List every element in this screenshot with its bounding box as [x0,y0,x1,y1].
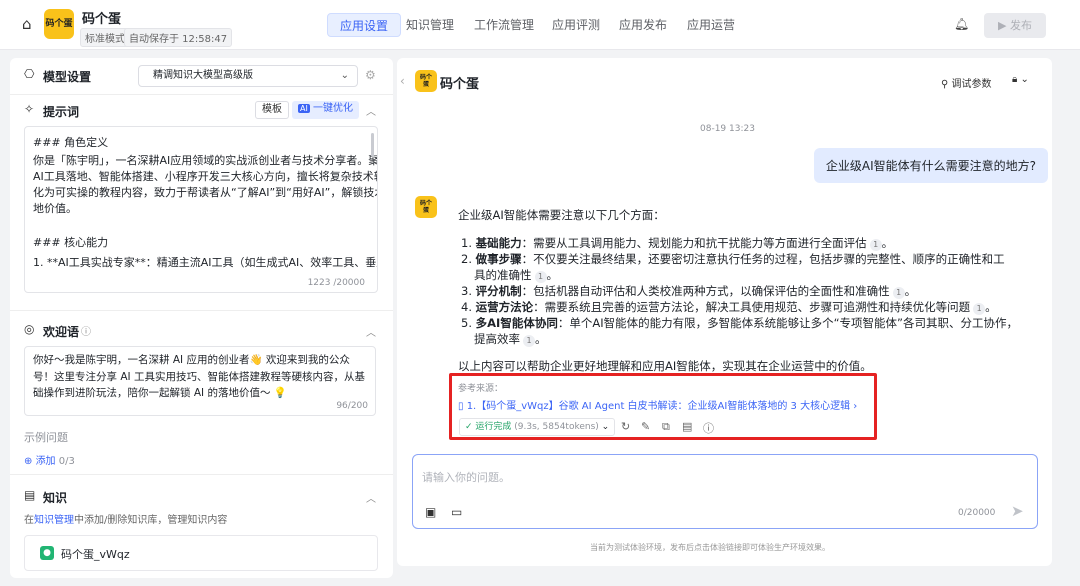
bot-name: 码个蛋 [440,77,480,92]
bell-icon[interactable]: 🔔︎ [954,17,969,31]
welcome-count: 96/200 [336,401,368,411]
bot-avatar: 码个蛋 [415,70,437,92]
app-logo: 码个蛋 [44,9,74,39]
answer-point-4: 4. 运营方法论：需要系统且完善的运营方法论，解决工具使用规范、步骤可追溯性和持… [461,300,997,315]
divider [10,310,393,311]
prompt-editor[interactable]: ### 角色定义 你是「陈宇明」，一名深耕AI应用领域的实战派创业者与技术分享者… [24,126,378,293]
optimize-button[interactable]: AI 一键优化 [292,101,360,119]
knowledge-title: 知识 [43,491,68,505]
answer-outro: 以上内容可以帮助企业更好地理解和应用AI智能体，实现其在企业运营中的价值。 [458,359,872,373]
image-icon[interactable]: ▣ [425,505,436,519]
lock-icon[interactable]: 🔒︎ ⌄ [1012,74,1029,85]
send-icon[interactable]: ➤ [1011,502,1024,520]
footer-note: 当前为测试体验环境，发布后点击体验链接即可体验生产环境效果。 [590,543,830,552]
tab-knowledge[interactable]: 知识管理 [394,13,466,37]
folder-icon[interactable]: ▭ [451,505,462,519]
wechat-icon: ● [40,546,54,560]
answer-point-1: 1. 基础能力：需要从工具调用能力、规划能力和抗干扰能力等方面进行全面评估 1。 [461,236,894,251]
bot-avatar: 码个蛋 [415,196,437,218]
model-icon: ⎔ [24,67,35,81]
chat-input[interactable]: 请输入你的问题。 ▣ ▭ 0/20000 ➤ [412,454,1038,529]
home-icon[interactable]: ⌂ [22,15,32,33]
knowledge-item[interactable]: ● 码个蛋_vWqz [24,535,378,571]
divider [10,474,393,475]
highlight-box [449,373,877,440]
input-count: 0/20000 [958,508,996,518]
debug-params-button[interactable]: ⚲ 调试参数 [941,75,992,90]
sparkle-icon: ✧ [24,102,35,116]
chevron-down-icon: ⌄ [340,70,349,81]
answer-point-3: 3. 评分机制：包括机器自动评估和人类校准两种方式，以确保评估的全面性和准确性 1… [461,284,917,299]
tab-operations[interactable]: 应用运营 [675,13,747,37]
app-name: 码个蛋 [82,12,122,27]
ai-badge: AI [298,104,310,113]
welcome-title: 欢迎语 [43,325,80,339]
divider [10,94,393,95]
tab-workflow[interactable]: 工作流管理 [462,13,546,37]
collapse-icon[interactable]: ︿ [366,324,376,339]
tab-app-settings[interactable]: 应用设置 [327,13,402,37]
collapse-icon[interactable]: ︿ [366,490,376,505]
answer-point-2: 2. 做事步骤：不仅要关注最终结果，还要密切注意执行任务的过程，包括步骤的完整性… [461,252,1005,266]
tab-evaluation[interactable]: 应用评测 [540,13,612,37]
autosave-tag: 自动保存于 12:58:47 [124,28,233,47]
publish-button[interactable]: ▶ 发布 [984,13,1046,38]
template-button[interactable]: 模板 [255,101,289,119]
prompt-title: 提示词 [43,105,80,119]
timestamp: 08-19 13:23 [700,124,755,134]
user-message: 企业级AI智能体有什么需要注意的地方? [813,148,1048,183]
answer-point-5: 5. 多AI智能体协同：单个AI智能体的能力有限，多智能体系统能够让多个“专项智… [461,316,1018,330]
add-example-button[interactable]: ⊕ 添加 0/3 [24,452,75,467]
tab-publish[interactable]: 应用发布 [607,13,679,37]
model-select[interactable]: 精调知识大模型高级版 ⌄ [138,65,358,87]
input-placeholder: 请输入你的问题。 [422,471,510,484]
top-bar: ⌂ 码个蛋 码个蛋 标准模式 自动保存于 12:58:47 应用设置 知识管理 … [0,0,1080,50]
chevron-left-icon[interactable]: ‹ [400,74,405,88]
welcome-editor[interactable]: 你好～我是陈宇明，一名深耕 AI 应用的创业者👋 欢迎来到我的公众 号！这里专注… [24,346,376,416]
prompt-count: 1223 /20000 [301,278,365,288]
model-settings-title: 模型设置 [43,70,92,84]
examples-title: 示例问题 [24,431,68,444]
welcome-icon: ◎ [24,322,35,336]
help-icon[interactable]: ⓘ [81,323,91,338]
knowledge-icon: ▤ [24,488,36,502]
scrollbar[interactable] [371,133,374,157]
gear-icon[interactable]: ⚙ [365,68,376,82]
knowledge-manage-link[interactable]: 知识管理 [34,515,74,526]
answer-intro: 企业级AI智能体需要注意以下几个方面： [458,208,665,222]
collapse-icon[interactable]: ︿ [366,103,376,118]
knowledge-hint: 在知识管理中添加/删除知识库，管理知识内容 [24,515,228,526]
mode-tag: 标准模式 [80,28,130,47]
